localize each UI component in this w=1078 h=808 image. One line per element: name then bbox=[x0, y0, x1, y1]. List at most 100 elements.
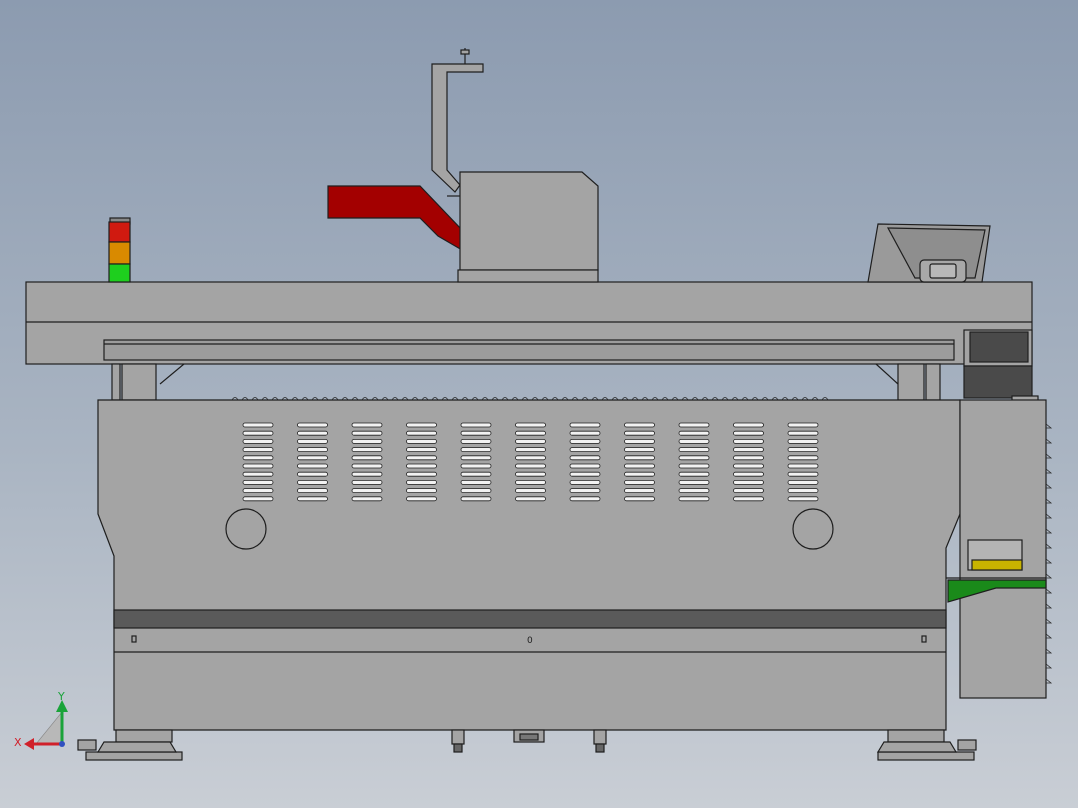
vent-slot bbox=[351, 430, 383, 436]
vent-slot bbox=[733, 496, 764, 502]
cabinet-fastener bbox=[1045, 483, 1053, 489]
laser-head bbox=[327, 48, 599, 283]
vent-slot bbox=[515, 463, 546, 469]
cad-viewport[interactable]: 0 X Y bbox=[0, 0, 1078, 808]
signal-tower bbox=[108, 217, 131, 283]
vent-slot bbox=[569, 479, 601, 485]
vent-slot bbox=[406, 455, 437, 461]
vent-slot bbox=[515, 496, 546, 502]
vent-slot bbox=[460, 488, 492, 494]
axis-triad: X Y bbox=[14, 690, 68, 750]
gantry-beam bbox=[25, 281, 1033, 365]
vent-slot bbox=[297, 430, 328, 436]
vent-slot bbox=[297, 463, 328, 469]
vent-slot bbox=[242, 438, 274, 444]
vent-slot bbox=[624, 455, 655, 461]
vent-slot bbox=[406, 422, 437, 428]
vent-slot bbox=[406, 463, 437, 469]
vent-slot bbox=[460, 447, 492, 453]
vent-slot bbox=[569, 455, 601, 461]
cabinet-fastener bbox=[1045, 438, 1053, 444]
cabinet-fastener bbox=[1045, 423, 1053, 429]
vent-slot bbox=[624, 438, 655, 444]
vent-slot bbox=[624, 422, 655, 428]
cabinet-fastener bbox=[1045, 468, 1053, 474]
vent-slot bbox=[406, 488, 437, 494]
vent-slot bbox=[733, 471, 764, 477]
vent-slot bbox=[460, 471, 492, 477]
cabinet-fastener bbox=[1045, 498, 1053, 504]
vent-slot bbox=[678, 430, 710, 436]
vent-slot bbox=[242, 422, 274, 428]
cabinet-fastener bbox=[1045, 663, 1053, 669]
control-monitor bbox=[867, 223, 991, 283]
vent-slot bbox=[242, 455, 274, 461]
vent-slot bbox=[787, 430, 819, 436]
vent-slot bbox=[297, 488, 328, 494]
vent-slot bbox=[733, 479, 764, 485]
vent-slot bbox=[787, 471, 819, 477]
cabinet-fastener bbox=[1045, 648, 1053, 654]
vent-slot bbox=[787, 488, 819, 494]
control-box bbox=[963, 329, 1039, 403]
vent-slot bbox=[351, 479, 383, 485]
vent-slot bbox=[678, 471, 710, 477]
vent-slot bbox=[733, 447, 764, 453]
vent-slot bbox=[460, 422, 492, 428]
vent-slot bbox=[733, 488, 764, 494]
vent-slot bbox=[678, 479, 710, 485]
vent-slot bbox=[297, 479, 328, 485]
vent-slot bbox=[242, 463, 274, 469]
vent-slot bbox=[351, 463, 383, 469]
vent-slot bbox=[733, 463, 764, 469]
cabinet-fastener bbox=[1045, 633, 1053, 639]
vent-slot bbox=[515, 488, 546, 494]
vent-slot bbox=[351, 422, 383, 428]
vent-slot bbox=[515, 447, 546, 453]
bed-marker-label: 0 bbox=[527, 636, 533, 646]
vent-slot bbox=[351, 496, 383, 502]
vent-slot bbox=[242, 447, 274, 453]
vent-slot bbox=[297, 496, 328, 502]
vent-slot bbox=[569, 438, 601, 444]
vent-slot bbox=[351, 455, 383, 461]
cabinet-fastener bbox=[1045, 678, 1053, 684]
cabinet-fastener bbox=[1045, 453, 1053, 459]
cabinet-fastener bbox=[1045, 558, 1053, 564]
vent-slot bbox=[624, 488, 655, 494]
vent-slot bbox=[787, 422, 819, 428]
vent-slot bbox=[297, 422, 328, 428]
vent-slot bbox=[406, 430, 437, 436]
vent-slot bbox=[678, 496, 710, 502]
vent-slot bbox=[515, 455, 546, 461]
vent-slot bbox=[297, 438, 328, 444]
vent-slot bbox=[297, 471, 328, 477]
vent-slot bbox=[351, 471, 383, 477]
vent-slot bbox=[787, 455, 819, 461]
vent-slot bbox=[515, 479, 546, 485]
vent-slot bbox=[515, 422, 546, 428]
vent-slot bbox=[678, 422, 710, 428]
cabinet-fastener bbox=[1045, 513, 1053, 519]
vent-slot bbox=[624, 463, 655, 469]
cabinet-fastener bbox=[1045, 543, 1053, 549]
vent-slot bbox=[297, 455, 328, 461]
cabinet-fastener bbox=[1045, 573, 1053, 579]
vent-slot bbox=[297, 447, 328, 453]
vent-slot bbox=[351, 447, 383, 453]
cabinet-fasteners bbox=[1045, 423, 1053, 684]
vent-slot bbox=[406, 471, 437, 477]
casters bbox=[451, 729, 607, 753]
cabinet-fastener bbox=[1045, 528, 1053, 534]
vent-slot bbox=[569, 488, 601, 494]
vent-slot bbox=[624, 430, 655, 436]
vent-slot bbox=[460, 496, 492, 502]
vent-slot bbox=[569, 471, 601, 477]
vent-slot bbox=[787, 447, 819, 453]
vent-slot bbox=[624, 471, 655, 477]
vent-slot bbox=[460, 479, 492, 485]
vent-slot bbox=[406, 438, 437, 444]
vent-slot bbox=[351, 488, 383, 494]
vent-slot bbox=[242, 471, 274, 477]
vent-slot bbox=[678, 463, 710, 469]
